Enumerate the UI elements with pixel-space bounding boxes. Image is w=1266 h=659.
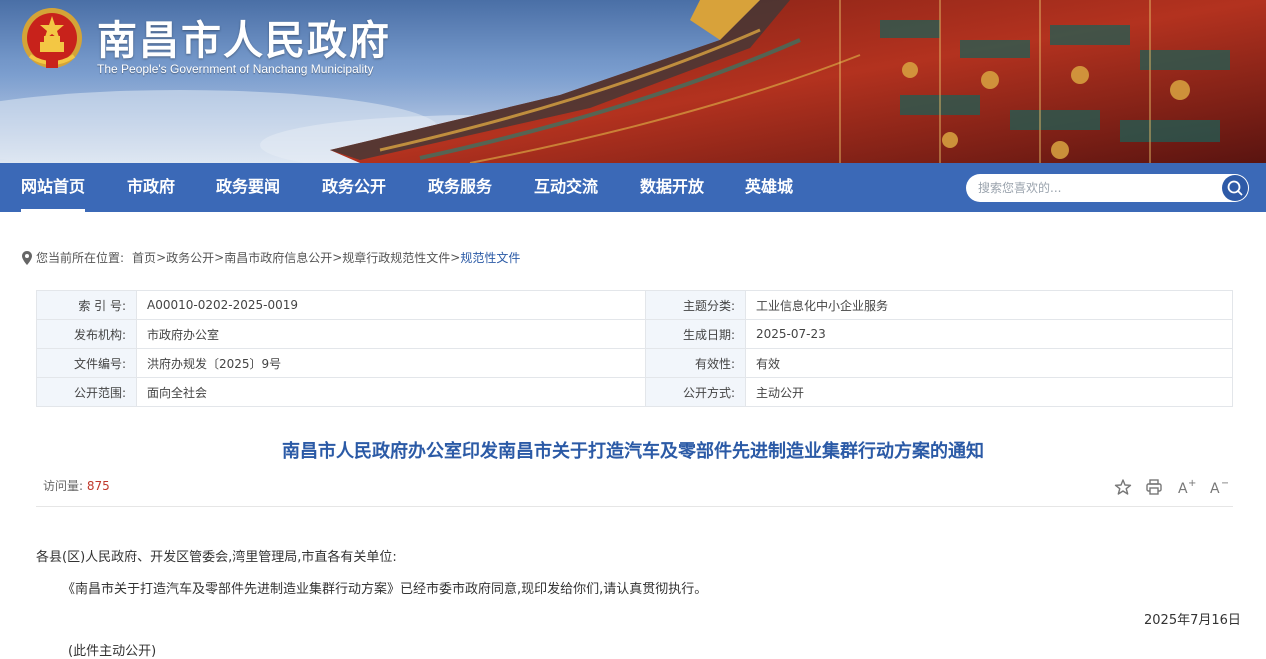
table-row: 发布机构: 市政府办公室 生成日期: 2025-07-23 [37,320,1233,349]
print-icon [1144,477,1164,497]
breadcrumb-separator: > [214,251,224,265]
article-salutation: 各县(区)人民政府、开发区管委会,湾里管理局,市直各有关单位: [36,546,397,565]
national-emblem-icon [20,6,84,72]
nav-item-open-government[interactable]: 政务公开 [322,163,386,212]
search-button[interactable] [1222,175,1248,201]
font-increase-icon: A + [1176,477,1196,497]
view-count-label: 访问量: [43,479,83,493]
breadcrumb-separator: > [332,251,342,265]
meta-label-scope: 公开范围: [37,378,137,407]
header-banner: 南昌市人民政府 The People's Government of Nanch… [0,0,1266,163]
search-icon [1222,175,1248,201]
breadcrumb-separator: > [450,251,460,265]
nav-item-services[interactable]: 政务服务 [428,163,492,212]
nav-item-city-government[interactable]: 市政府 [127,163,175,212]
meta-label-validity: 有效性: [646,349,746,378]
svg-text:A: A [1178,481,1188,497]
search-box [966,174,1249,202]
font-decrease-icon: A − [1208,477,1228,497]
meta-value-method: 主动公开 [746,378,1233,407]
article-disclosure-note: (此件主动公开) [68,640,156,659]
nav-item-home[interactable]: 网站首页 [21,163,85,212]
meta-value-category: 工业信息化中小企业服务 [746,291,1233,320]
article-divider [36,506,1233,507]
table-row: 索 引 号: A00010-0202-2025-0019 主题分类: 工业信息化… [37,291,1233,320]
meta-label-index: 索 引 号: [37,291,137,320]
article-title: 南昌市人民政府办公室印发南昌市关于打造汽车及零部件先进制造业集群行动方案的通知 [0,437,1266,463]
breadcrumb-regulations[interactable]: 规章行政规范性文件 [342,251,450,265]
svg-text:A: A [1210,481,1220,497]
breadcrumb-current[interactable]: 规范性文件 [460,251,520,265]
breadcrumb-separator: > [156,251,166,265]
meta-label-doc-number: 文件编号: [37,349,137,378]
article-date: 2025年7月16日 [1144,609,1241,628]
search-input[interactable] [978,178,1208,198]
nav-item-interaction[interactable]: 互动交流 [534,163,598,212]
favorite-button[interactable] [1113,477,1133,497]
site-title[interactable]: 南昌市人民政府 [97,8,391,66]
site-subtitle: The People's Government of Nanchang Muni… [97,62,373,76]
svg-text:−: − [1221,478,1228,489]
favorite-icon [1113,477,1133,497]
print-button[interactable] [1144,477,1164,497]
document-meta-table: 索 引 号: A00010-0202-2025-0019 主题分类: 工业信息化… [36,290,1233,407]
view-count: 访问量: 875 [43,477,110,494]
svg-text:+: + [1188,478,1196,489]
meta-value-validity: 有效 [746,349,1233,378]
location-pin-icon [22,251,32,265]
meta-label-category: 主题分类: [646,291,746,320]
meta-value-scope: 面向全社会 [137,378,646,407]
table-row: 公开范围: 面向全社会 公开方式: 主动公开 [37,378,1233,407]
breadcrumb-home[interactable]: 首页 [132,251,156,265]
breadcrumb-prefix: 您当前所在位置: [36,251,124,265]
nav-item-hero-city[interactable]: 英雄城 [745,163,793,212]
breadcrumb-info-disclosure[interactable]: 南昌市政府信息公开 [224,251,332,265]
meta-value-index: A00010-0202-2025-0019 [137,291,646,320]
table-row: 文件编号: 洪府办规发〔2025〕9号 有效性: 有效 [37,349,1233,378]
meta-value-date: 2025-07-23 [746,320,1233,349]
breadcrumb-open-government[interactable]: 政务公开 [166,251,214,265]
meta-label-publisher: 发布机构: [37,320,137,349]
nav-item-news[interactable]: 政务要闻 [216,163,280,212]
breadcrumb: 您当前所在位置:首页>政务公开>南昌市政府信息公开>规章行政规范性文件>规范性文… [22,249,520,265]
nav-item-open-data[interactable]: 数据开放 [640,163,704,212]
meta-value-doc-number: 洪府办规发〔2025〕9号 [137,349,646,378]
font-increase-button[interactable]: A + [1176,477,1196,497]
view-count-value: 875 [87,479,110,493]
font-decrease-button[interactable]: A − [1208,477,1228,497]
article-body-paragraph: 《南昌市关于打造汽车及零部件先进制造业集群行动方案》已经市委市政府同意,现印发给… [62,578,707,597]
meta-label-date: 生成日期: [646,320,746,349]
meta-label-method: 公开方式: [646,378,746,407]
meta-value-publisher: 市政府办公室 [137,320,646,349]
